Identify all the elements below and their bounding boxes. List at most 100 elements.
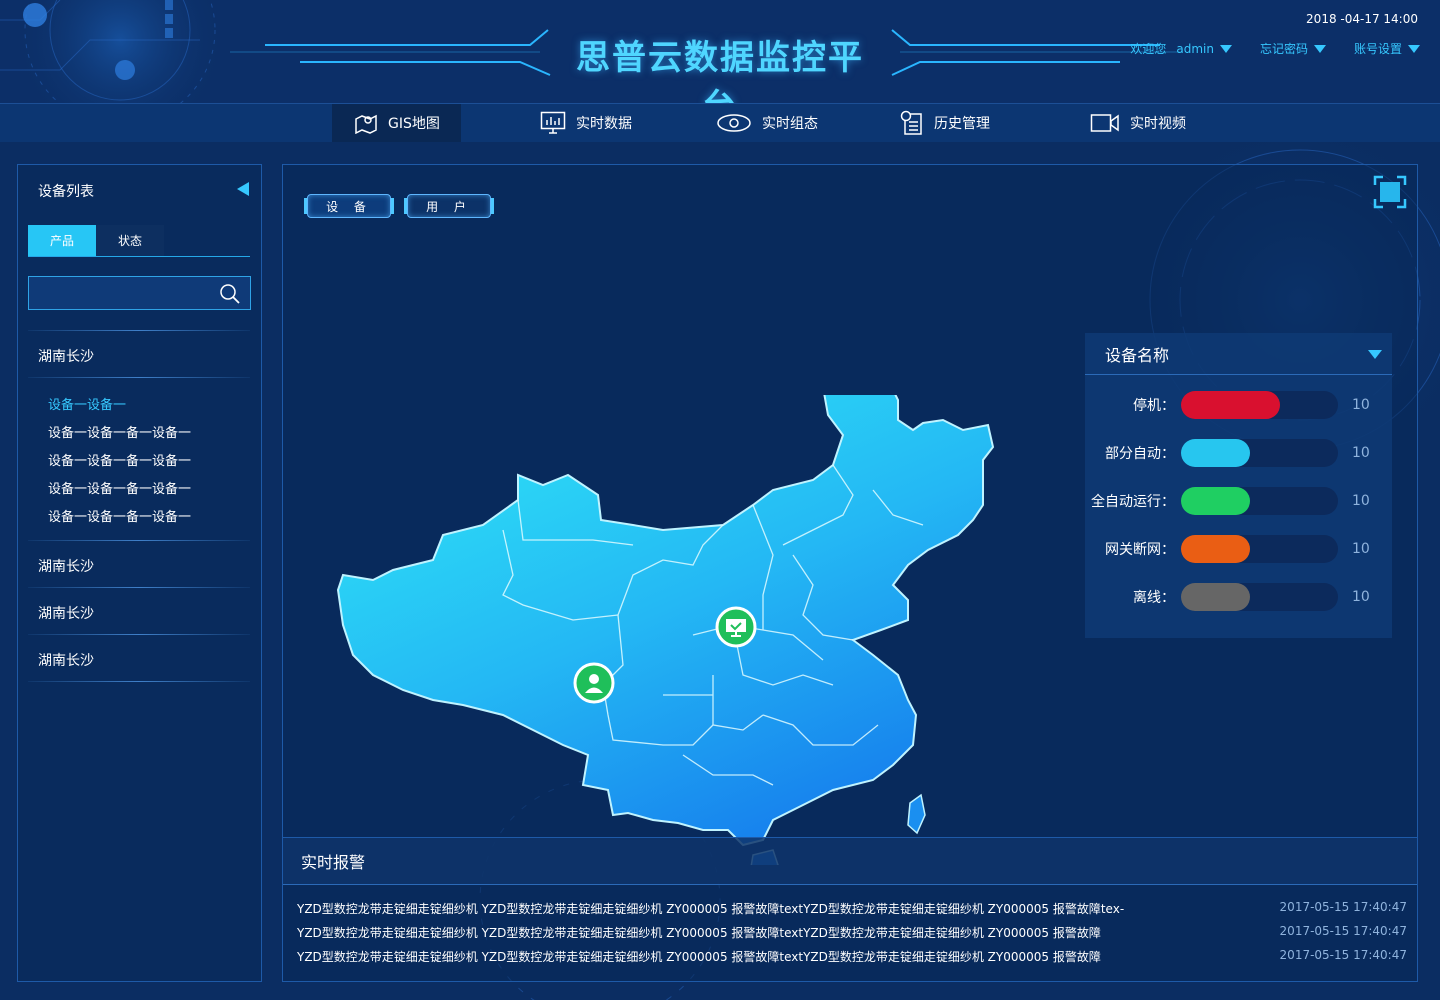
legend-row: 停机： 10 [1085,390,1392,420]
alarm-time: 2017-05-15 17:40:47 [1279,948,1407,962]
document-list-icon [900,110,922,135]
legend-count: 10 [1352,397,1370,413]
legend-row: 全自动运行： 10 [1085,486,1392,516]
forgot-password-menu[interactable]: 忘记密码 [1260,40,1326,57]
nav-label: 历史管理 [934,116,990,132]
nav-item-realtime-data[interactable]: 实时数据 [540,104,632,142]
map-panel: 设 备 用 户 设备名称 停机： 10 部分自动： 10 全自动运行： 10 网… [282,164,1418,982]
account-settings-label: 账号设置 [1353,42,1402,56]
nav-item-realtime-config[interactable]: 实时组态 [716,104,818,142]
status-bar-track [1181,487,1338,515]
device-status-legend: 设备名称 停机： 10 部分自动： 10 全自动运行： 10 网关断网： 10 离线： 10 [1085,333,1392,638]
device-toggle-button[interactable]: 设 备 [304,194,394,218]
legend-count: 10 [1352,589,1370,605]
divider [28,587,250,588]
tab-product[interactable]: 产品 [28,225,96,256]
chevron-down-icon[interactable] [1368,350,1382,359]
user-toggle-button[interactable]: 用 户 [404,194,494,218]
group-label[interactable]: 湖南长沙 [38,650,94,670]
device-list-panel: 设备列表 产品 状态 湖南长沙 设备一设备一 设备一设备一备一设备一 设备一设备… [17,164,262,982]
status-bar-fill [1181,439,1250,467]
alarm-time: 2017-05-15 17:40:47 [1279,900,1407,914]
collapse-sidebar-icon[interactable] [237,182,249,196]
account-settings-menu[interactable]: 账号设置 [1354,40,1420,57]
nav-label: GIS地图 [388,116,440,132]
forgot-password-label: 忘记密码 [1259,42,1308,56]
fullscreen-icon[interactable] [1373,175,1407,209]
search-icon[interactable] [218,282,242,306]
device-list-item[interactable]: 设备一设备一备一设备一 [48,422,191,441]
sidebar-title: 设备列表 [38,184,94,200]
alarm-message: YZD型数控龙带走锭细走锭细纱机 YZD型数控龙带走锭细走锭细纱机 ZY0000… [297,926,1101,940]
status-bar-track [1181,583,1338,611]
china-map[interactable] [333,395,1003,865]
realtime-alarm-section: 实时报警 YZD型数控龙带走锭细走锭细纱机 YZD型数控龙带走锭细走锭细纱机 Z… [283,837,1417,981]
alarm-row[interactable]: YZD型数控龙带走锭细走锭细纱机 YZD型数控龙带走锭细走锭细纱机 ZY0000… [297,946,1407,966]
user-bar: 欢迎您 admin 忘记密码 账号设置 [1130,40,1420,57]
legend-header: 设备名称 [1085,333,1392,375]
group-label[interactable]: 湖南长沙 [38,556,94,576]
status-bar-track [1181,535,1338,563]
device-list-item[interactable]: 设备一设备一备一设备一 [48,506,191,525]
legend-count: 10 [1352,493,1370,509]
current-datetime: 2018 -04-17 14:00 [1306,12,1418,26]
nav-label: 实时组态 [762,116,818,132]
alarm-row[interactable]: YZD型数控龙带走锭细走锭细纱机 YZD型数控龙带走锭细走锭细纱机 ZY0000… [297,898,1407,918]
app-header: 思普云数据监控平台 2018 -04-17 14:00 欢迎您 admin 忘记… [0,0,1440,127]
taiwan-shape [907,793,926,835]
divider [28,681,250,682]
legend-count: 10 [1352,445,1370,461]
legend-label: 部分自动： [1105,446,1175,462]
username: admin [1176,41,1214,56]
main-nav: GIS地图 实时数据 实时组态 历史管理 实时视频 [0,104,1440,142]
alarm-message: YZD型数控龙带走锭细走锭细纱机 YZD型数控龙带走锭细走锭细纱机 ZY0000… [297,950,1101,964]
nav-label: 实时数据 [576,116,632,132]
status-bar-fill [1181,535,1250,563]
status-bar-fill [1181,391,1280,419]
video-camera-icon [1090,114,1119,132]
legend-label: 网关断网： [1105,542,1175,558]
legend-label: 全自动运行： [1091,494,1175,510]
tab-status[interactable]: 状态 [96,225,164,256]
device-list-item[interactable]: 设备一设备一备一设备一 [48,450,191,469]
chevron-down-icon [1219,44,1232,53]
monitor-chart-icon [540,111,566,134]
monitor-marker-icon[interactable] [715,606,757,648]
divider [28,634,250,635]
group-label[interactable]: 湖南长沙 [38,603,94,623]
status-bar-fill [1181,487,1250,515]
legend-count: 10 [1352,541,1370,557]
alarm-time: 2017-05-15 17:40:47 [1279,924,1407,938]
nav-item-history[interactable]: 历史管理 [900,104,990,142]
alarm-message: YZD型数控龙带走锭细走锭细纱机 YZD型数控龙带走锭细走锭细纱机 ZY0000… [297,902,1125,916]
user-menu[interactable]: admin [1176,42,1232,56]
search-input[interactable] [29,277,209,309]
eye-icon [717,114,751,132]
chevron-down-icon [1313,44,1326,53]
device-list-item[interactable]: 设备一设备一 [48,394,126,413]
nav-label: 实时视频 [1130,116,1186,132]
legend-row: 部分自动： 10 [1085,438,1392,468]
chevron-down-icon [1408,44,1420,53]
map-pin-icon [355,114,377,134]
legend-title: 设备名称 [1105,345,1170,365]
nav-item-gis-map[interactable]: GIS地图 [332,104,461,142]
sidebar-tabs: 产品 状态 [28,225,250,257]
nav-item-video[interactable]: 实时视频 [1090,104,1186,142]
legend-row: 网关断网： 10 [1085,534,1392,564]
divider [28,377,250,378]
status-bar-track [1181,439,1338,467]
map-shape [336,395,995,847]
alarm-title: 实时报警 [301,853,366,872]
welcome-text: 欢迎您 [1130,42,1167,56]
group-label[interactable]: 湖南长沙 [38,346,94,366]
legend-label: 停机： [1133,398,1175,414]
divider [28,540,250,541]
legend-label: 离线： [1133,590,1175,606]
user-marker-icon[interactable] [573,662,615,704]
alarm-row[interactable]: YZD型数控龙带走锭细走锭细纱机 YZD型数控龙带走锭细走锭细纱机 ZY0000… [297,922,1407,942]
status-bar-fill [1181,583,1250,611]
divider [28,330,250,331]
status-bar-track [1181,391,1338,419]
device-list-item[interactable]: 设备一设备一备一设备一 [48,478,191,497]
